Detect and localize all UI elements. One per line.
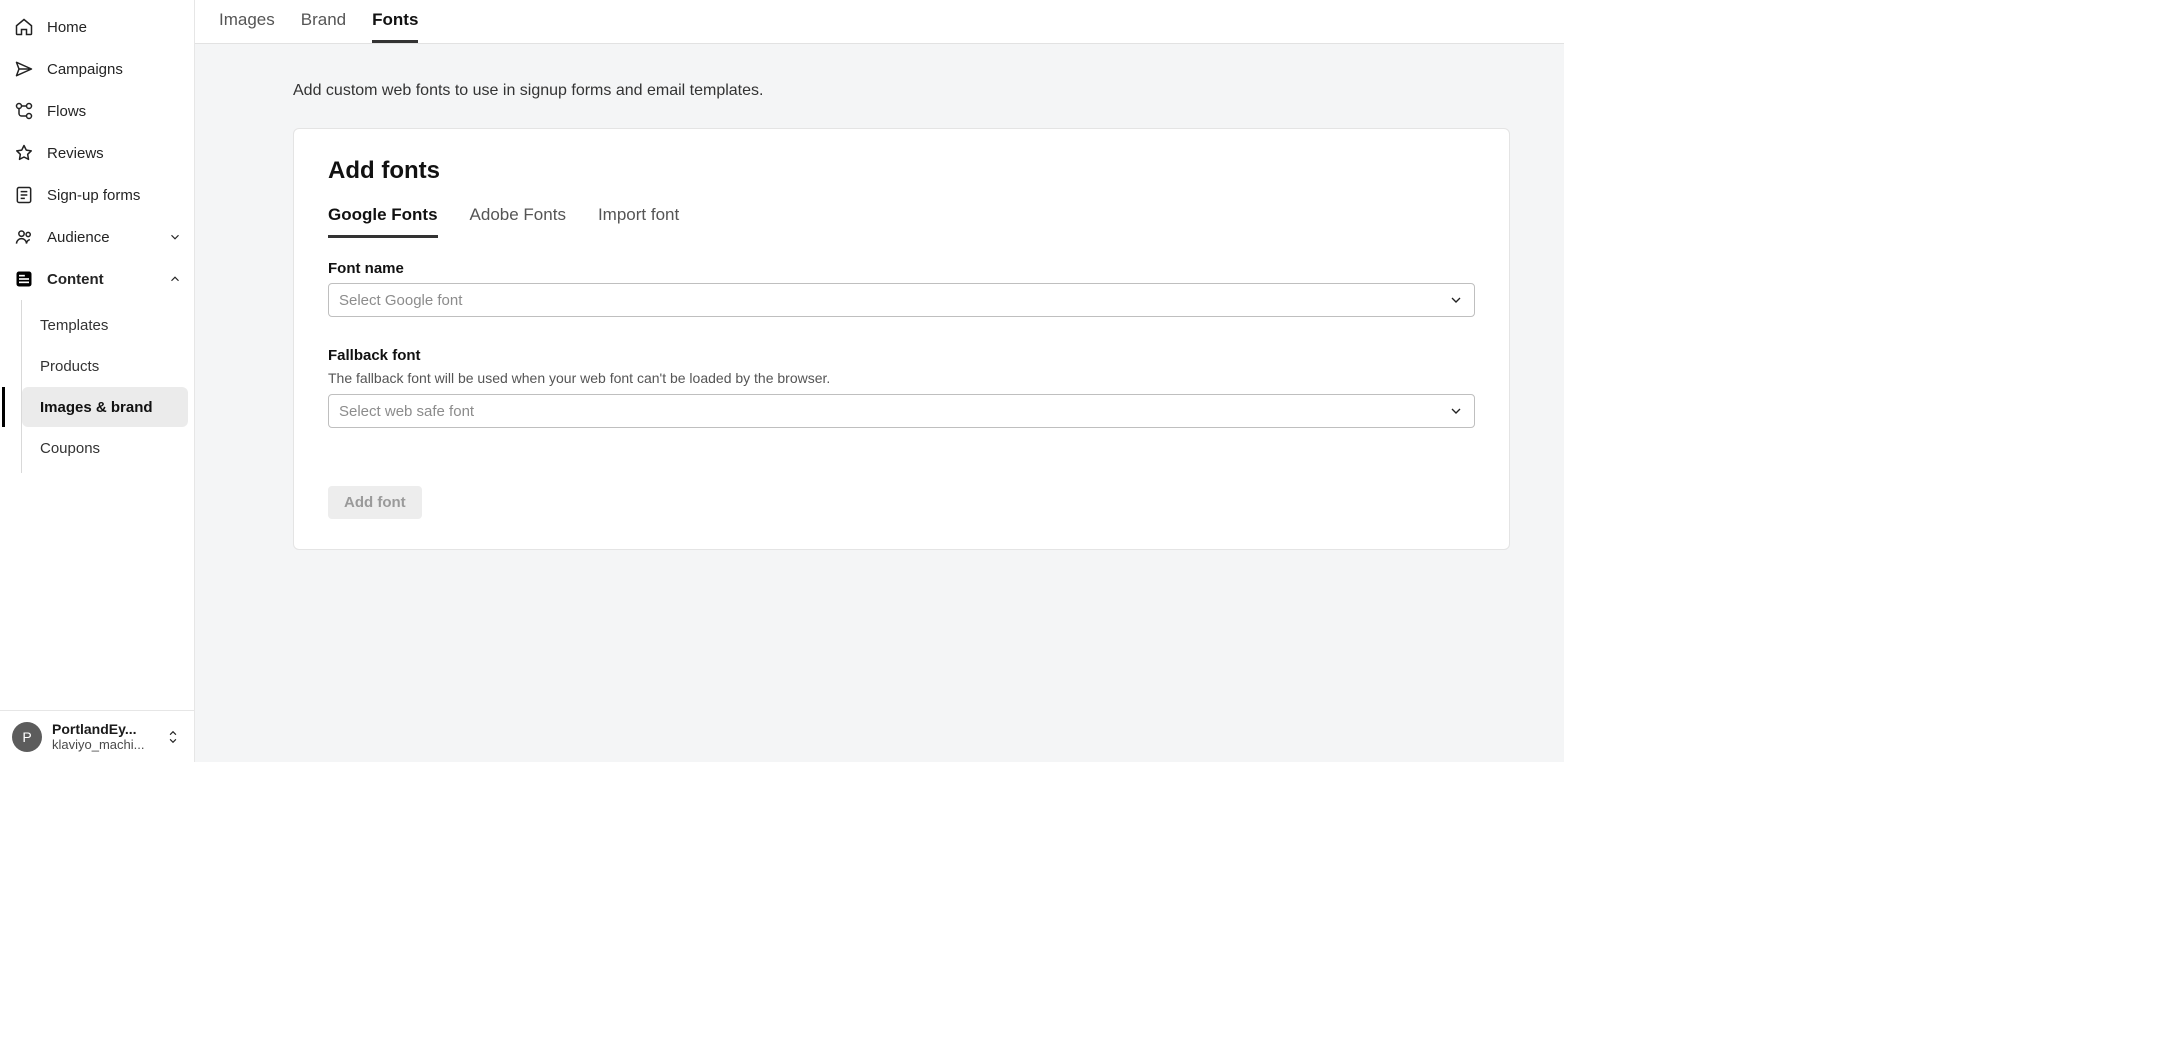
sidebar-item-label: Reviews [47, 145, 104, 162]
card-title: Add fonts [328, 157, 1475, 185]
subnav-products[interactable]: Products [22, 346, 188, 386]
tab-import-font[interactable]: Import font [598, 201, 679, 238]
tab-label: Brand [301, 10, 346, 29]
subnav-images-brand[interactable]: Images & brand [22, 387, 188, 427]
sidebar-item-flows[interactable]: Flows [0, 90, 194, 132]
sidebar-item-label: Audience [47, 229, 110, 246]
subnav-label: Coupons [40, 440, 100, 457]
sidebar-item-label: Home [47, 19, 87, 36]
subnav-label: Templates [40, 317, 108, 334]
sidebar-item-content[interactable]: Content [0, 258, 194, 300]
fallback-label: Fallback font [328, 347, 1475, 364]
chevron-up-icon [168, 272, 182, 286]
content-subnav: Templates Products Images & brand Coupon… [21, 300, 194, 473]
sidebar-item-label: Content [47, 271, 104, 288]
tab-label: Google Fonts [328, 205, 438, 224]
font-name-label: Font name [328, 260, 1475, 277]
add-font-button[interactable]: Add font [328, 486, 422, 519]
star-icon [14, 143, 34, 163]
main: Images Brand Fonts Add custom web fonts … [195, 0, 1564, 762]
tab-google-fonts[interactable]: Google Fonts [328, 201, 438, 238]
send-icon [14, 59, 34, 79]
sidebar-item-label: Flows [47, 103, 86, 120]
tab-label: Fonts [372, 10, 418, 29]
tab-label: Adobe Fonts [470, 205, 566, 224]
tab-adobe-fonts[interactable]: Adobe Fonts [470, 201, 566, 238]
tab-label: Import font [598, 205, 679, 224]
sidebar: Home Campaigns Flows Reviews Sign-up for [0, 0, 195, 762]
subnav-label: Images & brand [40, 399, 153, 416]
font-name-group: Font name Select Google font [328, 260, 1475, 317]
flow-icon [14, 101, 34, 121]
sidebar-item-audience[interactable]: Audience [0, 216, 194, 258]
select-placeholder: Select Google font [339, 292, 462, 309]
tab-fonts[interactable]: Fonts [372, 10, 418, 43]
sidebar-nav: Home Campaigns Flows Reviews Sign-up for [0, 0, 194, 710]
avatar-letter: P [22, 729, 31, 745]
sidebar-item-campaigns[interactable]: Campaigns [0, 48, 194, 90]
fallback-font-select[interactable]: Select web safe font [328, 394, 1475, 428]
form-icon [14, 185, 34, 205]
subnav-templates[interactable]: Templates [22, 305, 188, 345]
subnav-label: Products [40, 358, 99, 375]
add-fonts-card: Add fonts Google Fonts Adobe Fonts Impor… [293, 128, 1510, 550]
account-sub: klaviyo_machi... [52, 737, 154, 752]
account-name: PortlandEy... [52, 721, 154, 737]
sidebar-item-label: Campaigns [47, 61, 123, 78]
select-placeholder: Select web safe font [339, 403, 474, 420]
sidebar-item-home[interactable]: Home [0, 6, 194, 48]
tab-label: Images [219, 10, 275, 29]
people-icon [14, 227, 34, 247]
chevron-down-icon [1448, 292, 1464, 308]
updown-icon[interactable] [164, 728, 182, 746]
subnav-coupons[interactable]: Coupons [22, 428, 188, 468]
sidebar-item-reviews[interactable]: Reviews [0, 132, 194, 174]
chevron-down-icon [168, 230, 182, 244]
chevron-down-icon [1448, 403, 1464, 419]
account-switcher[interactable]: P PortlandEy... klaviyo_machi... [0, 710, 194, 762]
content-area: Add custom web fonts to use in signup fo… [195, 44, 1564, 762]
tab-images[interactable]: Images [219, 10, 275, 43]
intro-text: Add custom web fonts to use in signup fo… [293, 82, 1540, 100]
fallback-font-group: Fallback font The fallback font will be … [328, 347, 1475, 428]
fallback-help: The fallback font will be used when your… [328, 370, 1475, 386]
tab-brand[interactable]: Brand [301, 10, 346, 43]
font-source-tabs: Google Fonts Adobe Fonts Import font [328, 201, 1475, 238]
sidebar-item-label: Sign-up forms [47, 187, 140, 204]
avatar: P [12, 722, 42, 752]
account-text: PortlandEy... klaviyo_machi... [52, 721, 154, 752]
sidebar-item-signup-forms[interactable]: Sign-up forms [0, 174, 194, 216]
top-tabs: Images Brand Fonts [195, 0, 1564, 44]
content-icon [14, 269, 34, 289]
home-icon [14, 17, 34, 37]
font-name-select[interactable]: Select Google font [328, 283, 1475, 317]
